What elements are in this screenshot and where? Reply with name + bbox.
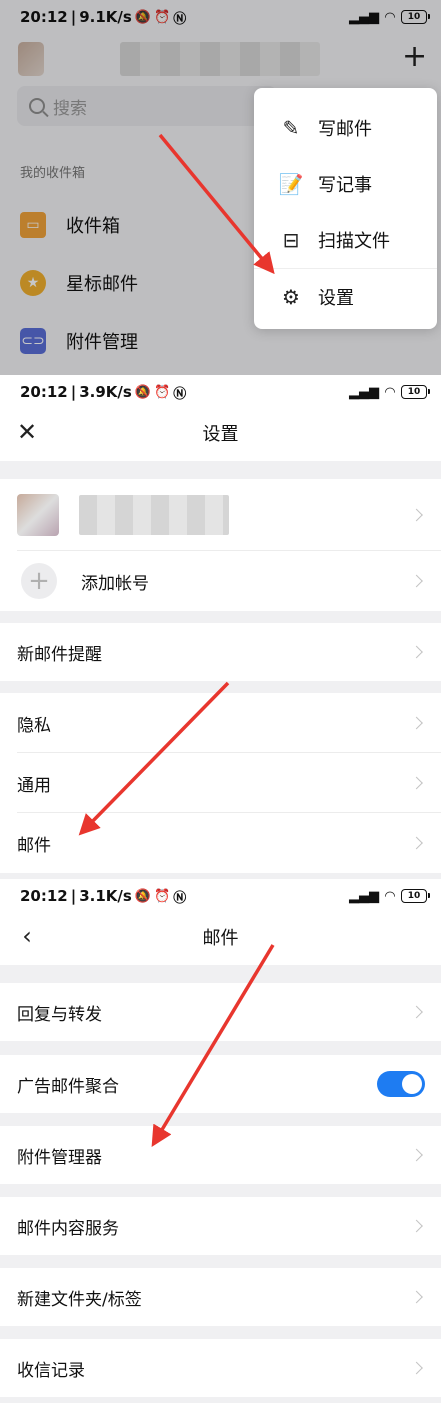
popup-menu: ✎ 写邮件 📝 写记事 ⊟ 扫描文件 ⚙ 设置 [254, 88, 437, 329]
mute-icon: 🔕 [134, 384, 152, 400]
scan-icon: ⊟ [282, 228, 300, 252]
menu-compose[interactable]: ✎ 写邮件 [254, 100, 437, 156]
nfc-icon: Ⓝ [173, 386, 187, 402]
settings-header: ✕ 设置 [0, 405, 441, 461]
mail-row-content-service[interactable]: 邮件内容服务 [0, 1197, 441, 1255]
chevron-right-icon [410, 1361, 423, 1375]
menu-scan[interactable]: ⊟ 扫描文件 [254, 212, 437, 268]
settings-row-mail[interactable]: 邮件 [0, 813, 441, 873]
signal-icon: ▂▄▆ [349, 384, 379, 400]
wifi-icon: ◠ [385, 384, 395, 400]
settings-screen: 20:12 | 3.9K/s 🔕 ⏰ Ⓝ ▂▄▆ ◠ 10 ✕ 设置 + 添加帐… [0, 375, 441, 875]
chevron-right-icon [410, 645, 423, 659]
mail-row-attachment-manager[interactable]: 附件管理器 [0, 1126, 441, 1184]
chevron-right-icon [410, 1290, 423, 1304]
mail-row-receive-log[interactable]: 收信记录 [0, 1339, 441, 1397]
battery-icon: 10 [401, 385, 430, 399]
nfc-icon: Ⓝ [173, 890, 187, 906]
menu-settings[interactable]: ⚙ 设置 [254, 268, 437, 324]
ad-merge-toggle[interactable] [377, 1071, 425, 1097]
page-title: 邮件 [202, 928, 239, 949]
status-bar: 20:12 | 3.1K/s 🔕 ⏰ Ⓝ ▂▄▆ ◠ 10 [0, 879, 441, 913]
account-row[interactable] [0, 479, 441, 551]
inbox-screen: 20:12 | 9.1K/s 🔕 ⏰ Ⓝ ▂▄▆ ◠ 10 + 搜索 我的收件箱… [0, 0, 441, 375]
page-title: 设置 [202, 424, 239, 445]
wifi-icon: ◠ [385, 888, 395, 904]
chevron-right-icon [410, 508, 423, 522]
close-icon[interactable]: ✕ [14, 419, 40, 445]
mail-row-reply-forward[interactable]: 回复与转发 [0, 983, 441, 1041]
settings-row-general[interactable]: 通用 [0, 753, 441, 813]
chevron-right-icon [410, 1148, 423, 1162]
note-icon: 📝 [278, 172, 304, 196]
plus-icon: + [21, 563, 57, 599]
gear-icon: ⚙ [282, 284, 300, 309]
signal-icon: ▂▄▆ [349, 888, 379, 904]
status-bar: 20:12 | 3.9K/s 🔕 ⏰ Ⓝ ▂▄▆ ◠ 10 [0, 375, 441, 409]
mail-header: ‹ 邮件 [0, 909, 441, 965]
mail-row-new-folder[interactable]: 新建文件夹/标签 [0, 1268, 441, 1326]
avatar [17, 494, 59, 536]
alarm-icon: ⏰ [154, 384, 171, 400]
settings-row-new-mail-alert[interactable]: 新邮件提醒 [0, 623, 441, 681]
chevron-right-icon [410, 1219, 423, 1233]
back-icon[interactable]: ‹ [14, 923, 40, 949]
mail-row-ad-merge[interactable]: 广告邮件聚合 [0, 1055, 441, 1113]
chevron-right-icon [410, 776, 423, 790]
compose-icon: ✎ [282, 116, 300, 140]
add-account-row[interactable]: + 添加帐号 [0, 551, 441, 611]
battery-icon: 10 [401, 889, 430, 903]
mute-icon: 🔕 [134, 888, 152, 904]
alarm-icon: ⏰ [154, 888, 171, 904]
menu-note[interactable]: 📝 写记事 [254, 156, 437, 212]
chevron-right-icon [410, 836, 423, 850]
account-name-blurred [79, 495, 229, 535]
settings-row-privacy[interactable]: 隐私 [0, 693, 441, 753]
chevron-right-icon [410, 716, 423, 730]
chevron-right-icon [410, 574, 423, 588]
mail-settings-screen: 20:12 | 3.1K/s 🔕 ⏰ Ⓝ ▂▄▆ ◠ 10 ‹ 邮件 回复与转发… [0, 875, 441, 1403]
chevron-right-icon [410, 1005, 423, 1019]
